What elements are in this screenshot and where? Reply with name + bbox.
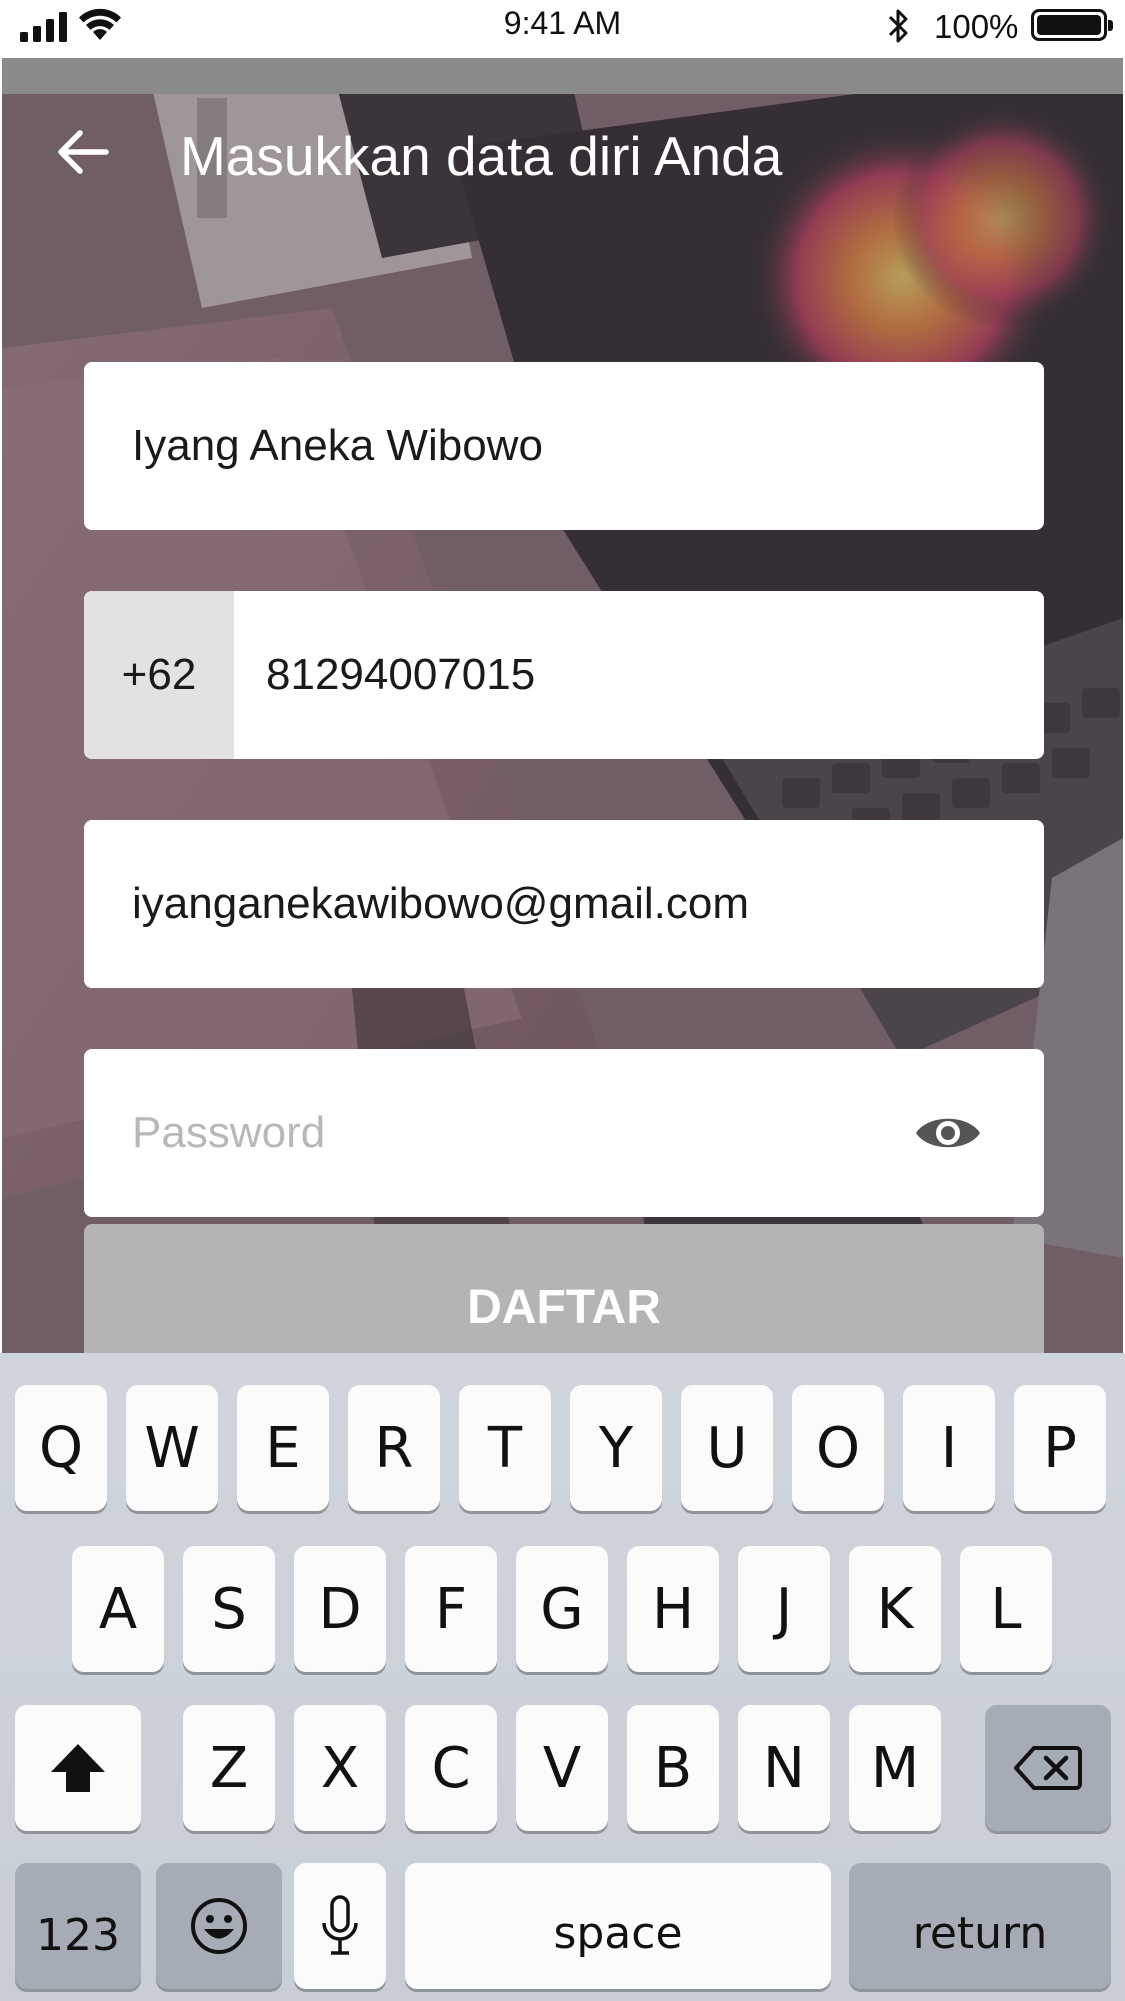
name-input[interactable]	[132, 362, 952, 530]
emoji-icon	[191, 1898, 247, 1954]
key[interactable]: V	[516, 1705, 608, 1831]
key[interactable]: W	[126, 1385, 218, 1511]
key[interactable]: E	[237, 1385, 329, 1511]
key[interactable]: H	[627, 1546, 719, 1672]
key[interactable]: T	[459, 1385, 551, 1511]
email-input[interactable]	[132, 820, 952, 988]
emoji-key[interactable]	[156, 1863, 282, 1989]
return-key-label: return	[912, 1907, 1048, 1959]
key[interactable]: Y	[570, 1385, 662, 1511]
key[interactable]: Q	[15, 1385, 107, 1511]
key[interactable]: K	[849, 1546, 941, 1672]
phone-input[interactable]	[266, 591, 1006, 759]
eye-icon	[916, 1118, 980, 1148]
battery-level-fill	[1037, 15, 1101, 35]
key[interactable]: X	[294, 1705, 386, 1831]
battery-percent: 100%	[934, 8, 1019, 45]
battery-icon	[1031, 9, 1113, 41]
email-field[interactable]	[84, 820, 1044, 988]
country-code-prefix[interactable]: +62	[84, 591, 234, 759]
top-shade	[2, 58, 1123, 94]
password-input[interactable]	[132, 1049, 952, 1217]
page-title: Masukkan data diri Anda	[180, 125, 783, 187]
password-field[interactable]	[84, 1049, 1044, 1217]
back-button[interactable]	[48, 122, 118, 182]
backspace-icon	[1014, 1746, 1082, 1790]
key[interactable]: F	[405, 1546, 497, 1672]
microphone-icon	[322, 1895, 358, 1955]
key[interactable]: J	[738, 1546, 830, 1672]
key[interactable]: U	[681, 1385, 773, 1511]
bluetooth-icon	[888, 9, 908, 43]
status-bar: 9:41 AM 100%	[0, 0, 1125, 58]
register-button[interactable]: DAFTAR	[84, 1224, 1044, 1364]
key[interactable]: N	[738, 1705, 830, 1831]
space-key-label: space	[553, 1907, 683, 1959]
key[interactable]: O	[792, 1385, 884, 1511]
key[interactable]: R	[348, 1385, 440, 1511]
backspace-key[interactable]	[985, 1705, 1111, 1831]
numbers-key-label: 123	[36, 1909, 120, 1961]
name-field[interactable]	[84, 362, 1044, 530]
key[interactable]: M	[849, 1705, 941, 1831]
key[interactable]: P	[1014, 1385, 1106, 1511]
phone-field[interactable]: +62	[84, 591, 1044, 759]
return-key[interactable]: return	[849, 1863, 1111, 1989]
key[interactable]: C	[405, 1705, 497, 1831]
space-key[interactable]: space	[405, 1863, 831, 1989]
password-visibility-toggle[interactable]	[914, 1099, 982, 1167]
key[interactable]: G	[516, 1546, 608, 1672]
key[interactable]: I	[903, 1385, 995, 1511]
key[interactable]: D	[294, 1546, 386, 1672]
key[interactable]: B	[627, 1705, 719, 1831]
on-screen-keyboard: Q W E R T Y U O I P A S D F G H J K L Z …	[0, 1353, 1125, 2001]
microphone-key[interactable]	[294, 1863, 386, 1989]
shift-key[interactable]	[15, 1705, 141, 1831]
key[interactable]: S	[183, 1546, 275, 1672]
key[interactable]: Z	[183, 1705, 275, 1831]
arrow-left-icon	[58, 130, 109, 174]
key[interactable]: A	[72, 1546, 164, 1672]
shift-arrow-icon	[51, 1744, 105, 1792]
key[interactable]: L	[960, 1546, 1052, 1672]
numbers-key[interactable]: 123	[15, 1863, 141, 1989]
